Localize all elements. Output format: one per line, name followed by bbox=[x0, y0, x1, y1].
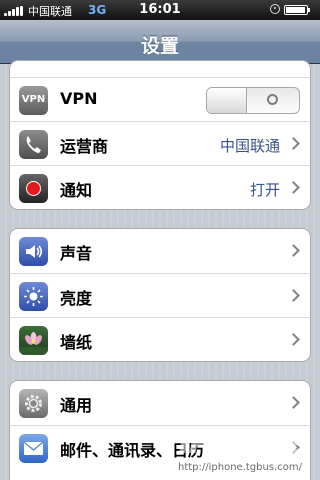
settings-row-wallpaper[interactable]: 墙纸 bbox=[10, 317, 310, 361]
settings-row-carrier[interactable]: 运营商 中国联通 bbox=[10, 121, 310, 165]
navigation-bar: 设置 bbox=[0, 20, 320, 64]
settings-row-label: VPN bbox=[60, 89, 98, 108]
settings-row-brightness[interactable]: 亮度 bbox=[10, 273, 310, 317]
settings-group-network: VPN VPN 运营商 中国联通 通知 打开 bbox=[9, 60, 311, 210]
gear-icon bbox=[19, 389, 48, 418]
settings-row-general[interactable]: 通用 bbox=[10, 381, 310, 425]
toggle-knob[interactable] bbox=[207, 88, 247, 113]
chevron-right-icon bbox=[287, 289, 300, 302]
speaker-icon bbox=[19, 237, 48, 266]
chevron-right-icon bbox=[287, 244, 300, 257]
settings-row-label: 通知 bbox=[60, 181, 93, 200]
settings-row-label: 邮件、通讯录、日历 bbox=[60, 441, 205, 460]
vpn-toggle[interactable] bbox=[206, 87, 300, 114]
mail-icon bbox=[19, 434, 48, 463]
settings-row-label: 运营商 bbox=[60, 137, 109, 156]
settings-row-sounds[interactable]: 声音 bbox=[10, 229, 310, 273]
chevron-right-icon bbox=[287, 181, 300, 194]
battery-cap bbox=[308, 8, 310, 12]
chevron-right-icon bbox=[287, 396, 300, 409]
settings-row-vpn[interactable]: VPN VPN bbox=[10, 77, 310, 121]
carrier-value: 中国联通 bbox=[219, 137, 280, 155]
settings-row-notifications[interactable]: 通知 打开 bbox=[10, 165, 310, 209]
battery-icon bbox=[284, 5, 308, 15]
settings-row-vpn[interactable] bbox=[10, 61, 310, 77]
chevron-right-icon bbox=[287, 137, 300, 150]
settings-row-mail[interactable]: 邮件、通讯录、日历 bbox=[10, 425, 310, 469]
chevron-right-icon bbox=[287, 333, 300, 346]
wallpaper-icon bbox=[19, 326, 48, 355]
status-bar: 中国联通 3G 16:01 bbox=[0, 0, 320, 20]
chevron-right-icon bbox=[287, 441, 300, 454]
settings-row-label: 声音 bbox=[60, 244, 93, 263]
settings-group-display: 声音 亮度 墙纸 bbox=[9, 228, 311, 362]
toggle-off-indicator bbox=[267, 94, 278, 105]
page-title: 设置 bbox=[140, 35, 179, 57]
settings-row-label: 通用 bbox=[60, 396, 93, 415]
vpn-icon: VPN bbox=[19, 86, 48, 115]
settings-group-general: 通用 邮件、通讯录、日历 bbox=[9, 380, 311, 480]
notifications-value: 打开 bbox=[249, 181, 280, 199]
battery-level bbox=[286, 7, 305, 13]
settings-row-label: 墙纸 bbox=[60, 333, 93, 352]
orientation-lock-icon bbox=[270, 4, 280, 14]
brightness-icon bbox=[19, 282, 48, 311]
phone-icon bbox=[19, 130, 48, 159]
settings-row-label: 亮度 bbox=[60, 289, 93, 308]
notification-icon bbox=[19, 174, 48, 203]
settings-screen: 中国联通 3G 16:01 设置 VPN VPN 运营商 中国联通 通知 打开 … bbox=[0, 0, 320, 480]
